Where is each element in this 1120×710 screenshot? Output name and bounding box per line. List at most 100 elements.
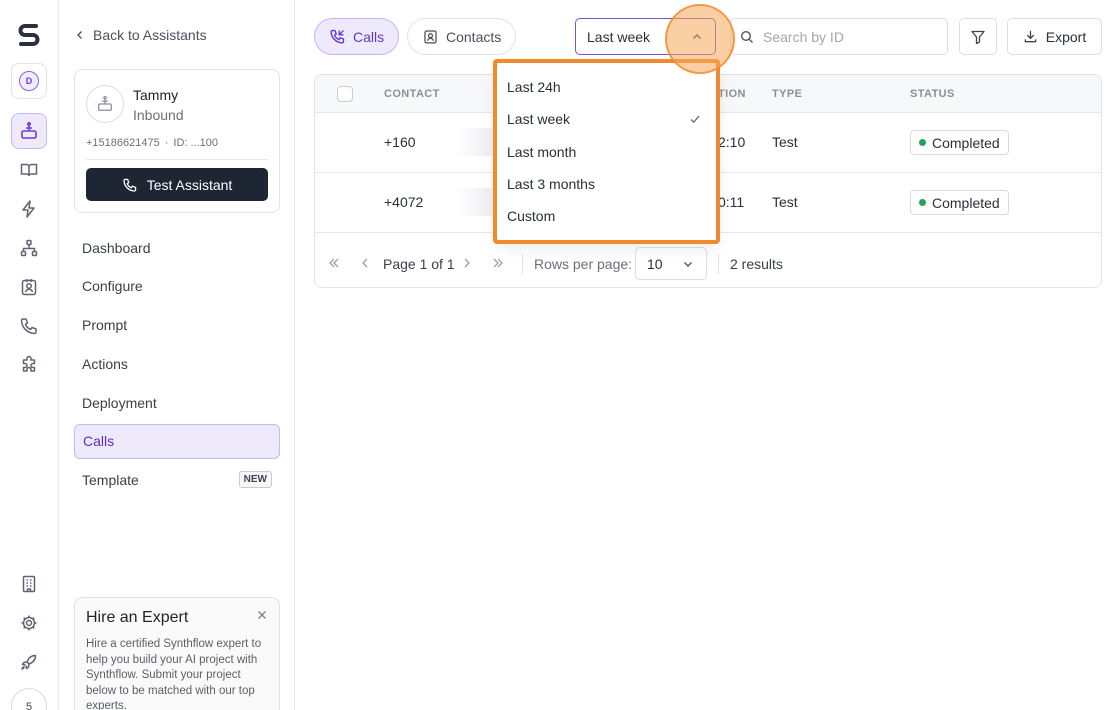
option-last-month[interactable]: Last month xyxy=(497,136,717,168)
results-count: 2 results xyxy=(730,256,783,272)
divider xyxy=(522,254,523,274)
nav-item-template[interactable]: Template NEW xyxy=(74,463,280,498)
assistant-avatar-icon xyxy=(86,85,124,123)
rows-per-page-value: 10 xyxy=(647,255,663,272)
assistant-meta: +15186621475 · ID: ...100 xyxy=(86,137,218,149)
test-assistant-button[interactable]: Test Assistant xyxy=(86,168,268,201)
assistants-icon[interactable] xyxy=(11,113,47,149)
new-badge: NEW xyxy=(238,470,272,488)
lightning-icon[interactable] xyxy=(11,191,47,227)
search-input[interactable] xyxy=(763,28,933,45)
contact-badge-icon[interactable] xyxy=(11,269,47,305)
pagination: Page 1 of 1 Rows per page: 10 2 results xyxy=(315,241,1101,287)
column-type[interactable]: TYPE xyxy=(772,88,802,100)
assistant-card: Tammy Inbound +15186621475 · ID: ...100 … xyxy=(74,69,280,213)
nav-item-prompt[interactable]: Prompt xyxy=(74,308,280,343)
nav-label: Deployment xyxy=(82,394,157,411)
contact-badge-icon xyxy=(422,28,439,45)
card-divider xyxy=(86,159,268,160)
assistant-id[interactable]: ID: ...100 xyxy=(173,137,218,149)
last-page-icon[interactable] xyxy=(491,256,505,270)
rows-per-page-select[interactable]: 10 xyxy=(635,247,707,280)
contact-cell: +160 xyxy=(384,134,416,150)
flow-network-icon[interactable] xyxy=(11,230,47,266)
assistant-sidebar: Back to Assistants Tammy Inbound +151866… xyxy=(59,0,295,710)
filter-button[interactable] xyxy=(959,18,997,55)
workspace-avatar: D xyxy=(19,71,39,91)
status-dot xyxy=(919,199,926,206)
column-contact[interactable]: CONTACT xyxy=(384,88,440,100)
tab-calls[interactable]: Calls xyxy=(314,18,400,55)
option-custom[interactable]: Custom xyxy=(497,200,717,232)
test-assistant-label: Test Assistant xyxy=(146,176,233,193)
nav-item-actions[interactable]: Actions xyxy=(74,346,280,381)
knowledge-book-icon[interactable] xyxy=(11,152,47,188)
back-to-assistants-link[interactable]: Back to Assistants xyxy=(75,27,207,43)
nav-label: Template xyxy=(82,472,139,489)
back-label: Back to Assistants xyxy=(93,27,207,43)
type-cell: Test xyxy=(772,194,798,210)
close-icon[interactable] xyxy=(257,610,267,620)
date-range-dropdown: Last 24h Last week Last month Last 3 mon… xyxy=(496,62,718,242)
puzzle-integrations-icon[interactable] xyxy=(11,347,47,383)
rocket-icon[interactable] xyxy=(11,644,47,680)
option-label: Last 3 months xyxy=(507,176,595,193)
page-indicator: Page 1 of 1 xyxy=(383,256,455,272)
notifications-badge[interactable]: 5 xyxy=(11,688,47,710)
assistant-phone: +15186621475 xyxy=(86,137,160,149)
synthflow-logo-icon[interactable] xyxy=(15,20,43,48)
building-icon[interactable] xyxy=(11,566,47,602)
checkmark-icon xyxy=(689,113,701,125)
option-label: Custom xyxy=(507,208,556,225)
option-label: Last 24h xyxy=(507,79,561,96)
meta-separator: · xyxy=(164,137,169,149)
date-range-value: Last week xyxy=(587,28,651,45)
status-badge: Completed xyxy=(910,190,1009,215)
chevron-up-icon xyxy=(691,31,703,43)
chevron-left-icon xyxy=(75,30,85,40)
nav-item-calls[interactable]: Calls xyxy=(74,423,280,459)
prev-page-icon[interactable] xyxy=(358,256,372,270)
divider xyxy=(718,254,719,274)
status-label: Completed xyxy=(932,134,1000,151)
search-icon xyxy=(740,30,754,44)
assistant-direction: Inbound xyxy=(133,107,184,123)
rows-per-page-label: Rows per page: xyxy=(534,256,633,272)
option-last-24h[interactable]: Last 24h xyxy=(497,71,717,103)
phone-icon[interactable] xyxy=(11,308,47,344)
assistant-name: Tammy xyxy=(133,87,179,103)
workspace-switcher[interactable]: D xyxy=(11,63,47,99)
first-page-icon[interactable] xyxy=(327,256,341,270)
nav-item-deployment[interactable]: Deployment xyxy=(74,385,280,420)
phone-incoming-icon xyxy=(329,28,346,45)
app-rail: D 5 xyxy=(0,0,59,710)
column-duration[interactable]: TION xyxy=(718,88,746,100)
option-label: Last month xyxy=(507,143,577,160)
duration-cell: 2:10 xyxy=(718,134,746,150)
search-box xyxy=(730,18,948,55)
status-label: Completed xyxy=(932,194,1000,211)
hire-title: Hire an Expert xyxy=(86,609,189,626)
tab-label: Calls xyxy=(353,28,385,45)
option-last-week[interactable]: Last week xyxy=(497,103,717,135)
nav-label: Dashboard xyxy=(82,239,151,256)
hire-body: Hire a certified Synthflow expert to hel… xyxy=(86,638,262,710)
select-all-checkbox[interactable] xyxy=(337,86,353,102)
nav-item-dashboard[interactable]: Dashboard xyxy=(74,230,280,265)
nav-item-configure[interactable]: Configure xyxy=(74,269,280,304)
nav-label: Actions xyxy=(82,355,128,372)
column-status[interactable]: STATUS xyxy=(910,88,955,100)
settings-gear-icon[interactable] xyxy=(11,605,47,641)
option-last-3-months[interactable]: Last 3 months xyxy=(497,168,717,200)
next-page-icon[interactable] xyxy=(460,256,474,270)
hire-expert-card: Hire an Expert Hire a certified Synthflo… xyxy=(74,597,280,710)
duration-cell: 0:11 xyxy=(718,194,745,210)
nav-label: Prompt xyxy=(82,317,128,334)
export-button[interactable]: Export xyxy=(1007,18,1102,55)
status-badge: Completed xyxy=(910,130,1009,155)
date-range-select[interactable]: Last week xyxy=(575,18,716,55)
tab-contacts[interactable]: Contacts xyxy=(407,18,517,55)
phone-icon xyxy=(122,177,138,193)
option-label: Last week xyxy=(507,111,571,128)
export-label: Export xyxy=(1045,28,1087,45)
